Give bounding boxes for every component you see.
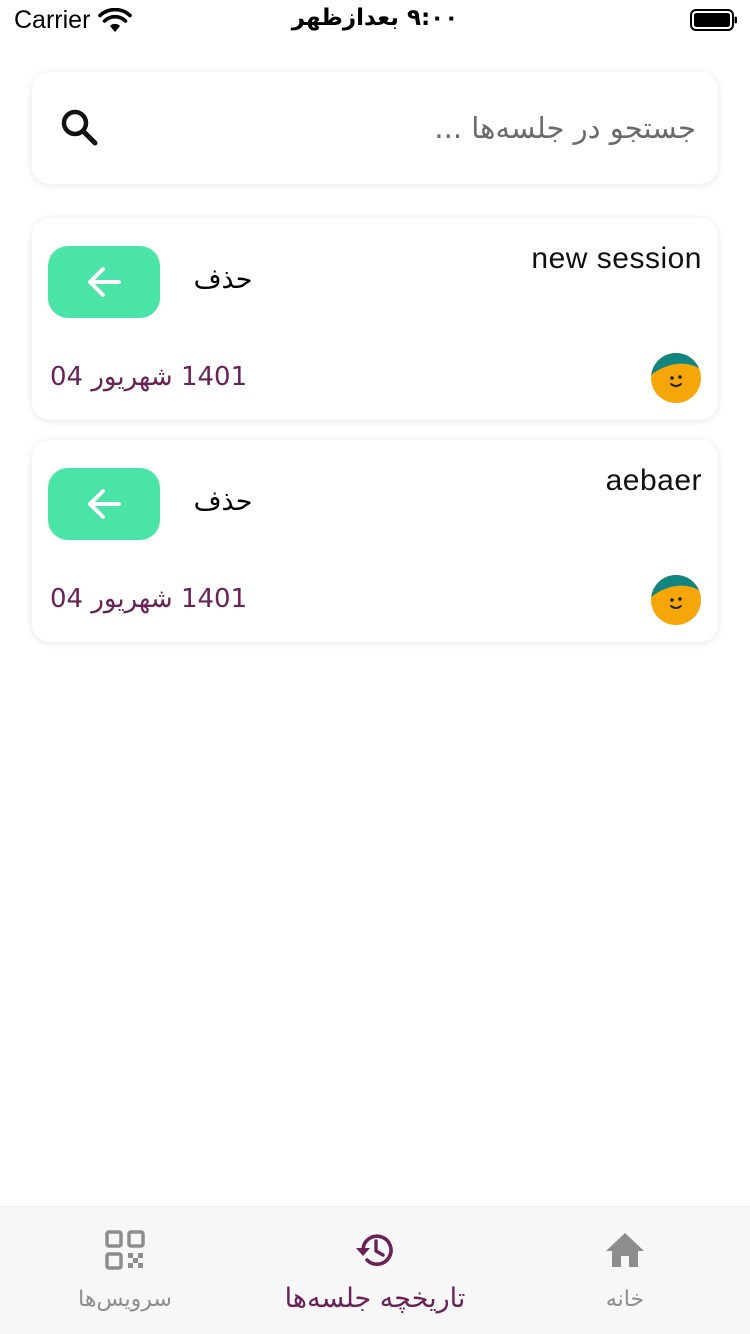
delete-button[interactable]: حذف <box>188 486 258 517</box>
status-time: ۹:۰۰ بعدازظهر <box>291 5 459 31</box>
app-screen: Carrier ۹:۰۰ بعدازظهر new session حذف 14… <box>0 0 750 1334</box>
qr-code-icon <box>105 1230 145 1270</box>
nav-home[interactable]: خانه <box>500 1207 750 1334</box>
search-input[interactable] <box>120 100 696 156</box>
home-icon <box>606 1233 644 1267</box>
user-avatar-icon <box>651 575 701 625</box>
session-date: 1401 شهریور 04 <box>50 362 248 392</box>
nav-session-history[interactable]: تاریخچه جلسه‌ها <box>250 1207 500 1334</box>
nav-services-label: سرویس‌ها <box>78 1287 172 1312</box>
search-icon[interactable] <box>58 106 102 150</box>
session-title: new session <box>531 242 702 275</box>
open-session-button[interactable] <box>48 246 160 318</box>
nav-home-label: خانه <box>605 1287 645 1312</box>
bottom-nav: سرویس‌ها تاریخچه جلسه‌ها خانه <box>0 1206 750 1334</box>
session-title: aebaer <box>605 464 702 497</box>
session-card: aebaer حذف 1401 شهریور 04 <box>32 440 718 642</box>
user-avatar-icon <box>651 353 701 403</box>
delete-button[interactable]: حذف <box>188 264 258 295</box>
arrow-left-icon <box>88 267 121 297</box>
battery-icon <box>690 9 737 31</box>
arrow-left-icon <box>88 489 121 519</box>
history-icon <box>356 1234 393 1266</box>
nav-session-history-label: تاریخچه جلسه‌ها <box>284 1283 466 1314</box>
session-card: new session حذف 1401 شهریور 04 <box>32 218 718 420</box>
status-bar: Carrier ۹:۰۰ بعدازظهر <box>0 0 750 40</box>
nav-services[interactable]: سرویس‌ها <box>0 1207 250 1334</box>
session-date: 1401 شهریور 04 <box>50 584 248 614</box>
open-session-button[interactable] <box>48 468 160 540</box>
